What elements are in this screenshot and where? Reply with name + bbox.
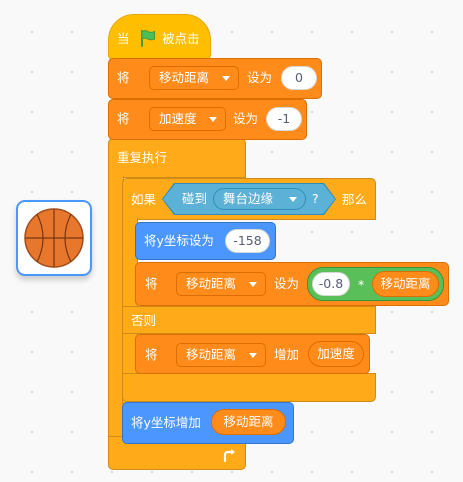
if-bottom-arm[interactable] [122, 373, 376, 402]
set-distance-bounce-prefix: 将 [145, 276, 158, 291]
chevron-down-icon [222, 76, 230, 81]
change-distance-prefix: 将 [145, 347, 158, 362]
else-arm[interactable] [122, 306, 376, 334]
change-y-distance-reporter[interactable]: 移动距离 [211, 409, 286, 435]
set-y-label: 将y坐标设为 [144, 233, 214, 248]
set-distance-value-input[interactable]: 0 [281, 66, 317, 90]
multiply-operand-input[interactable]: -0.8 [312, 272, 350, 296]
change-distance-variable-dropdown[interactable]: 移动距离 [176, 343, 266, 367]
acceleration-reporter[interactable]: 加速度 [308, 341, 364, 367]
set-distance-prefix: 将 [117, 70, 130, 85]
set-distance-middle: 设为 [247, 70, 273, 85]
multiply-operator-symbol: * [358, 277, 365, 292]
else-label: 否则 [131, 313, 157, 328]
touching-target-label: 舞台边缘 [223, 191, 274, 206]
basketball-icon [24, 208, 84, 268]
set-acceleration-variable: 加速度 [159, 111, 197, 126]
if-label: 如果 [131, 192, 157, 207]
set-acceleration-variable-dropdown[interactable]: 加速度 [149, 107, 226, 131]
change-distance-middle: 增加 [274, 347, 300, 362]
set-acceleration-prefix: 将 [117, 111, 130, 126]
sprite-thumbnail[interactable] [16, 200, 92, 276]
touching-suffix: ? [312, 191, 319, 206]
set-distance-bounce-middle: 设为 [274, 276, 300, 291]
chevron-down-icon [249, 353, 257, 358]
touching-target-dropdown[interactable]: 舞台边缘 [213, 188, 306, 210]
touching-prefix: 碰到 [182, 191, 208, 206]
set-acceleration-value-input[interactable]: -1 [266, 107, 302, 131]
chevron-down-icon [249, 282, 257, 287]
forever-label: 重复执行 [117, 150, 168, 165]
set-distance-bounce-variable: 移动距离 [186, 276, 237, 291]
set-distance-variable: 移动距离 [159, 70, 210, 85]
chevron-down-icon [289, 197, 297, 202]
distance-reporter[interactable]: 移动距离 [372, 271, 439, 297]
then-label: 那么 [342, 192, 368, 207]
set-distance-variable-dropdown[interactable]: 移动距离 [149, 66, 239, 90]
chevron-down-icon [209, 117, 217, 122]
set-y-value-input[interactable]: -158 [225, 229, 270, 253]
set-distance-bounce-variable-dropdown[interactable]: 移动距离 [176, 272, 266, 296]
set-acceleration-middle: 设为 [233, 111, 259, 126]
change-distance-variable: 移动距离 [186, 347, 237, 362]
when-flag-suffix: 被点击 [162, 31, 200, 46]
change-y-label: 将y坐标增加 [131, 415, 201, 430]
loop-arrow-icon [223, 449, 235, 463]
when-flag-prefix: 当 [117, 31, 130, 46]
green-flag-icon [141, 30, 155, 47]
